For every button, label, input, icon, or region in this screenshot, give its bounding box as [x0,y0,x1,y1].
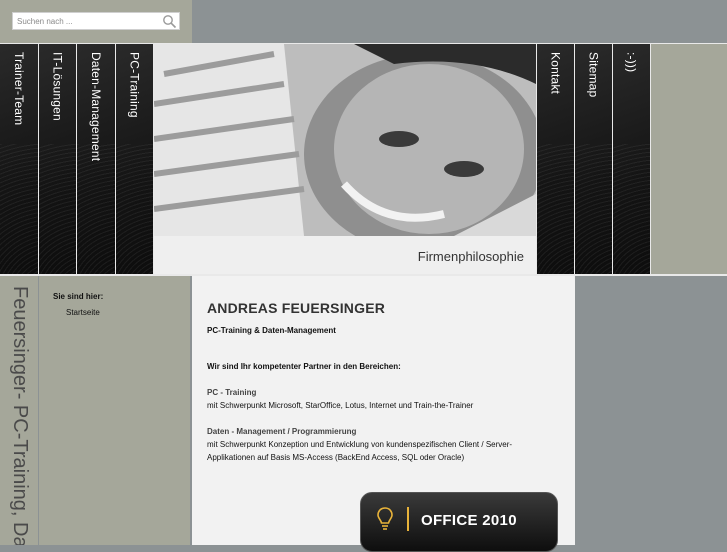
nav-label: PC-Training [127,52,142,118]
hero-caption-bar: Firmenphilosophie [154,236,536,274]
right-pad [651,44,727,274]
side-strip: Feuersinger- PC-Training, Daten [0,276,38,545]
nav-label: Sitemap [586,52,601,98]
nav-label: Kontakt [548,52,563,95]
section-title-pc-training: PC - Training [207,388,257,397]
hero-image: Firmenphilosophie [154,44,536,274]
search-input[interactable] [13,13,163,29]
right-panel [576,276,727,545]
nav-kontakt[interactable]: Kontakt [537,44,574,274]
nav-it-loesungen[interactable]: IT-Lösungen [39,44,76,274]
nav-trainer-team[interactable]: Trainer-Team [0,44,38,274]
nav-label: Trainer-Team [12,52,26,126]
site-title: Feuersinger- PC-Training, Daten [9,286,31,545]
intro-text: Wir sind Ihr kompetenter Partner in den … [207,362,401,371]
section-text-line1: mit Schwerpunkt Konzeption und Entwicklu… [207,440,513,449]
nav-label: IT-Lösungen [50,52,65,121]
nav-label: :-))) [624,52,639,73]
badge-divider [407,507,409,531]
nav-daten-management[interactable]: Daten-Management [77,44,115,274]
breadcrumb: Sie sind hier: Startseite [39,276,190,545]
nav-sitemap[interactable]: Sitemap [575,44,612,274]
office-2010-badge[interactable]: OFFICE 2010 [360,492,558,552]
search-box[interactable] [12,12,180,30]
nav-smiley[interactable]: :-))) [613,44,650,274]
lightbulb-icon [377,507,393,530]
main-content: ANDREAS FEUERSINGER PC-Training & Daten-… [192,276,575,552]
search-icon[interactable] [162,14,177,29]
office-badge-label: OFFICE 2010 [421,512,517,529]
section-title-daten-management: Daten - Management / Programmierung [207,427,357,436]
breadcrumb-label: Sie sind hier: [53,292,104,301]
nav-pc-training[interactable]: PC-Training [116,44,153,274]
section-text-line2: Applikationen auf Basis MS-Access (BackE… [207,453,465,462]
nav-label: Daten-Management [89,52,103,162]
page-title: ANDREAS FEUERSINGER [207,300,386,316]
subheading: PC-Training & Daten-Management [207,326,336,335]
section-text-pc-training: mit Schwerpunkt Microsoft, StarOffice, L… [207,401,474,410]
breadcrumb-link-home[interactable]: Startseite [66,308,100,317]
hero-caption[interactable]: Firmenphilosophie [418,249,524,264]
topbar-right [193,0,727,43]
portrait-illustration [154,44,536,236]
